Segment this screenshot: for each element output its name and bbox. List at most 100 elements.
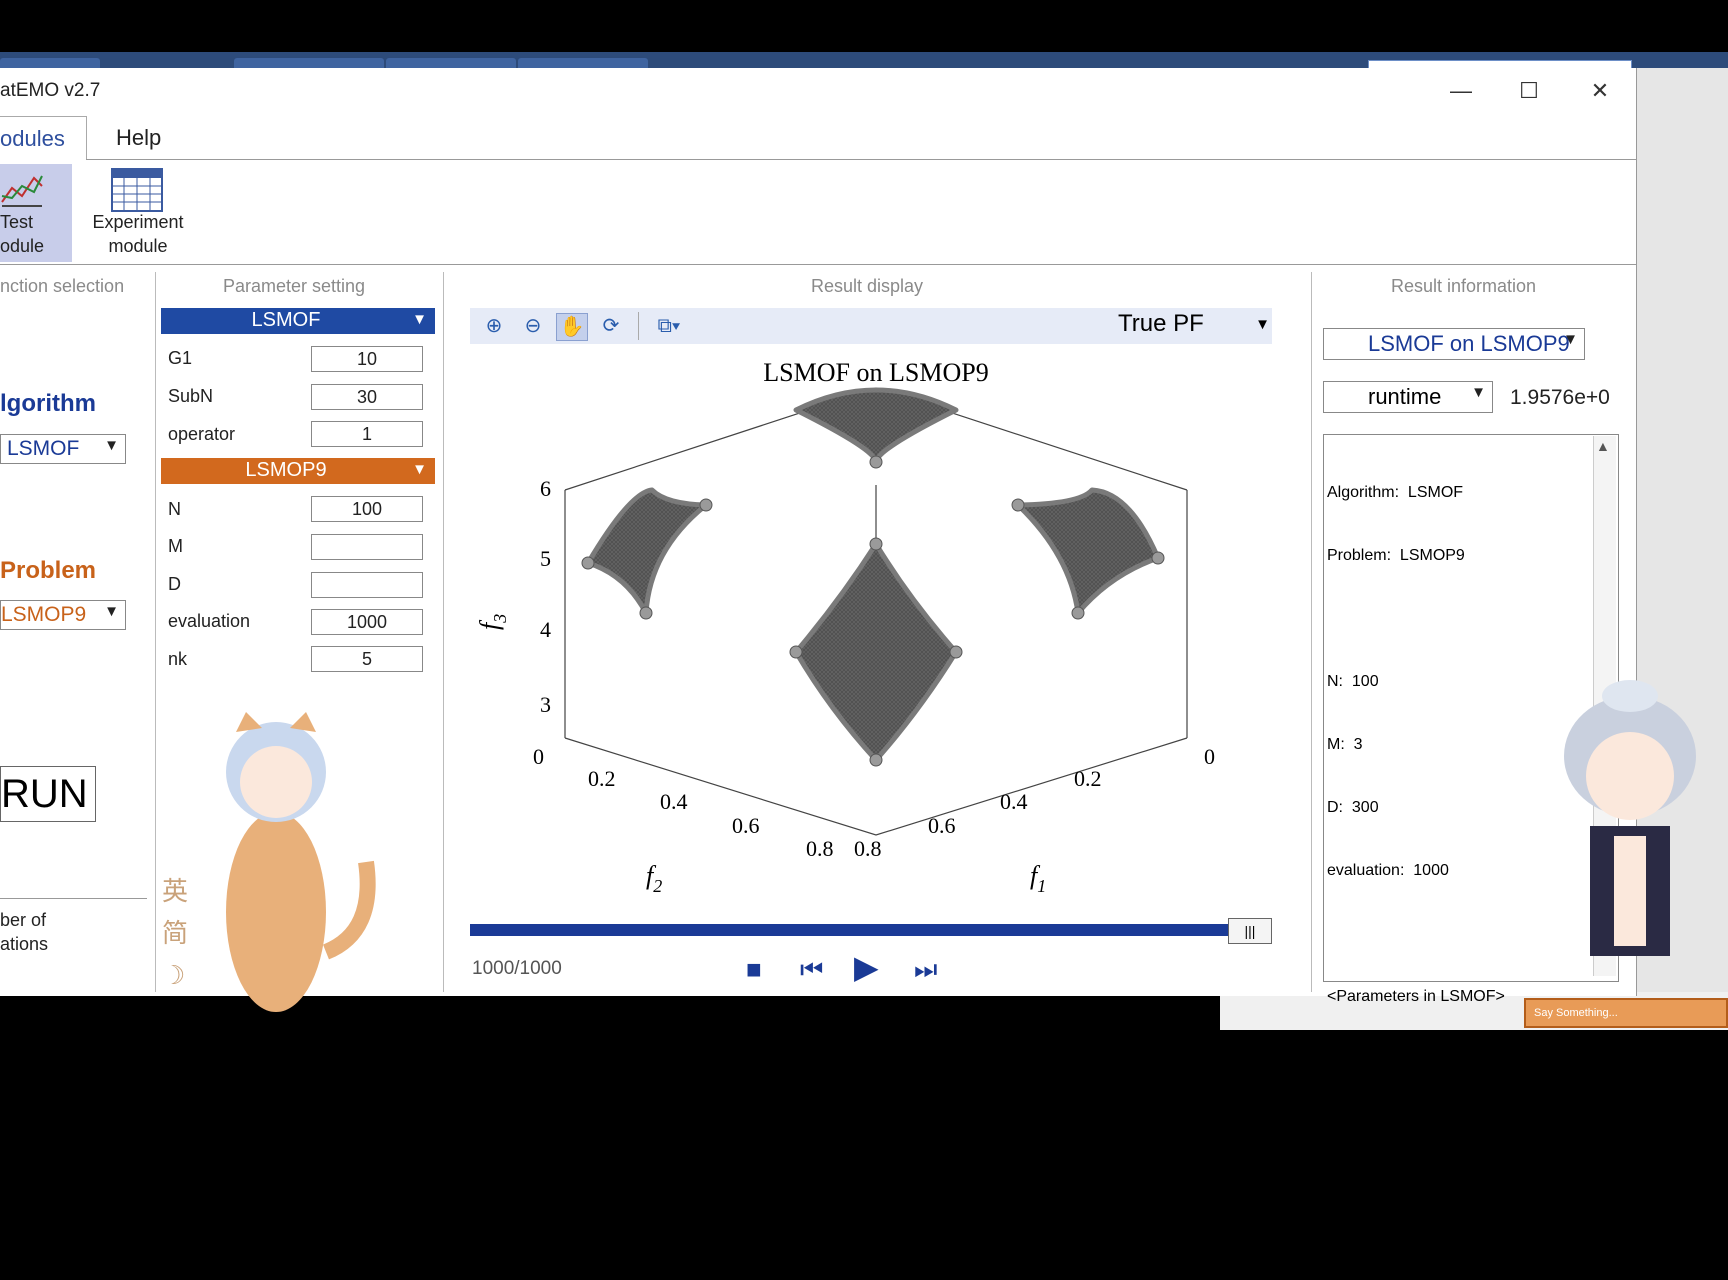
view-select[interactable]: True PF ▼ bbox=[1110, 310, 1270, 342]
tab-modules-label: odules bbox=[0, 126, 65, 151]
param-label-m: M bbox=[168, 536, 183, 556]
algorithm-param-header-label: LSMOF bbox=[251, 309, 321, 331]
minimize-button[interactable]: — bbox=[1446, 78, 1476, 104]
front-point bbox=[581, 556, 595, 570]
x-tick-label: 0.2 bbox=[1074, 766, 1102, 791]
front-point bbox=[1011, 498, 1025, 512]
test-module-button[interactable]: Test odule bbox=[0, 164, 72, 262]
param-input-d[interactable] bbox=[311, 572, 423, 598]
skip-back-icon[interactable]: ⏮ bbox=[800, 954, 823, 986]
param-input-g1[interactable] bbox=[311, 346, 423, 372]
algorithm-param-header[interactable]: LSMOF ▼ bbox=[161, 308, 435, 334]
y-tick-label: 0.2 bbox=[588, 766, 616, 791]
result-line: evaluation: 1000 bbox=[1327, 862, 1449, 879]
result-information-title: Result information bbox=[1391, 276, 1537, 296]
play-icon[interactable]: ▶ bbox=[854, 948, 879, 986]
x-tick-label: 0.4 bbox=[1000, 789, 1028, 814]
panel-divider bbox=[1311, 272, 1312, 992]
algorithm-select-value: LSMOF bbox=[7, 437, 80, 460]
chevron-down-icon: ▼ bbox=[1563, 331, 1578, 348]
z-tick-label: 4 bbox=[540, 617, 551, 642]
progress-bar bbox=[470, 924, 1228, 936]
x-axis-label: f1 bbox=[1030, 861, 1046, 896]
front-point bbox=[699, 498, 713, 512]
chat-input[interactable]: Say Something... bbox=[1524, 998, 1728, 1028]
evaluations-label-line2: ations bbox=[0, 934, 49, 954]
panel-divider bbox=[155, 272, 156, 992]
problem-param-header-label: LSMOP9 bbox=[245, 459, 327, 481]
tab-help[interactable]: Help bbox=[116, 125, 161, 151]
algorithm-select[interactable]: LSMOF ▼ bbox=[0, 434, 126, 464]
panel-divider bbox=[443, 272, 444, 992]
run-button[interactable]: RUN bbox=[0, 766, 96, 822]
param-label-operator: operator bbox=[168, 424, 236, 444]
result-line bbox=[1327, 1112, 1515, 1133]
pan-icon[interactable]: ✋ bbox=[556, 313, 588, 341]
metric-select-value: runtime bbox=[1368, 384, 1442, 409]
close-button[interactable]: ✕ bbox=[1585, 78, 1615, 104]
z-tick-label: 5 bbox=[540, 546, 551, 571]
progress-slider-handle[interactable]: ||| bbox=[1228, 918, 1272, 944]
toolbar-divider bbox=[638, 312, 639, 340]
chevron-down-icon: ▼ bbox=[1255, 316, 1270, 333]
param-input-subn[interactable] bbox=[311, 384, 423, 410]
front-surface-bottom bbox=[793, 541, 959, 763]
zoom-out-icon[interactable]: ⊖ bbox=[518, 313, 548, 339]
param-input-operator[interactable] bbox=[311, 421, 423, 447]
param-label-evaluation: evaluation bbox=[168, 611, 251, 631]
result-select[interactable]: LSMOF on LSMOP9 ▼ bbox=[1323, 328, 1585, 360]
metric-select[interactable]: runtime ▼ bbox=[1323, 381, 1493, 413]
front-surface-top bbox=[793, 387, 959, 465]
stop-icon[interactable]: ■ bbox=[746, 954, 762, 985]
front-point bbox=[869, 753, 883, 767]
tab-modules[interactable]: odules bbox=[0, 116, 87, 161]
mascot-girl-avatar bbox=[1564, 680, 1696, 956]
view-select-value: True PF bbox=[1118, 310, 1204, 337]
front-point bbox=[1071, 606, 1085, 620]
rotate-icon[interactable]: ⟳ bbox=[596, 313, 626, 339]
pareto-front-surfaces bbox=[585, 387, 1161, 763]
side-char: 英 bbox=[162, 876, 189, 906]
result-select-value: LSMOF on LSMOP9 bbox=[1368, 331, 1570, 356]
param-input-m[interactable] bbox=[311, 534, 423, 560]
mascot-cat-avatar bbox=[226, 712, 376, 1012]
front-point bbox=[869, 455, 883, 469]
zoom-in-icon[interactable]: ⊕ bbox=[479, 313, 509, 339]
y-tick-label: 0.4 bbox=[660, 789, 688, 814]
chevron-down-icon: ▼ bbox=[104, 437, 119, 454]
result-line: Problem: LSMOP9 bbox=[1327, 547, 1465, 564]
y-axis-label: f2 bbox=[646, 861, 662, 896]
problem-param-header[interactable]: LSMOP9 ▼ bbox=[161, 458, 435, 484]
chevron-down-icon: ▼ bbox=[412, 311, 427, 328]
front-point bbox=[949, 645, 963, 659]
param-input-evaluation[interactable] bbox=[311, 609, 423, 635]
param-label-subn: SubN bbox=[168, 386, 214, 406]
skip-forward-icon[interactable]: ⏭ bbox=[914, 954, 937, 986]
front-point bbox=[789, 645, 803, 659]
result-line bbox=[1327, 608, 1515, 629]
maximize-button[interactable]: ☐ bbox=[1514, 78, 1544, 104]
problem-label: Problem bbox=[0, 557, 97, 584]
result-line: <Parameters in LSMOP9> bbox=[1327, 1177, 1515, 1194]
chevron-down-icon: ▼ bbox=[412, 461, 427, 478]
problem-select[interactable]: LSMOP9 ▼ bbox=[0, 600, 126, 630]
experiment-module-label-line2: module bbox=[108, 236, 168, 256]
generation-counter: 1000/1000 bbox=[472, 958, 562, 979]
param-label-d: D bbox=[168, 574, 181, 594]
chat-placeholder: Say Something... bbox=[1534, 1007, 1618, 1019]
param-input-n[interactable] bbox=[311, 496, 423, 522]
x-tick-label: 0.6 bbox=[928, 813, 956, 838]
experiment-module-button[interactable]: Experiment module bbox=[84, 164, 192, 262]
scroll-up-icon[interactable]: ▲ bbox=[1596, 438, 1610, 454]
left-divider bbox=[0, 898, 147, 899]
param-label-nk: nk bbox=[168, 649, 188, 669]
param-input-nk[interactable] bbox=[311, 646, 423, 672]
x-tick-label: 0.8 bbox=[854, 836, 882, 861]
y-tick-label: 0.8 bbox=[806, 836, 834, 861]
function-selection-title: nction selection bbox=[0, 276, 125, 296]
result-line: 5 bbox=[1327, 1240, 1336, 1257]
front-point bbox=[639, 606, 653, 620]
evaluations-label-line1: ber of bbox=[0, 910, 47, 930]
datacursor-icon[interactable]: ⧉▾ bbox=[647, 313, 691, 339]
problem-select-value: LSMOP9 bbox=[1, 603, 87, 626]
